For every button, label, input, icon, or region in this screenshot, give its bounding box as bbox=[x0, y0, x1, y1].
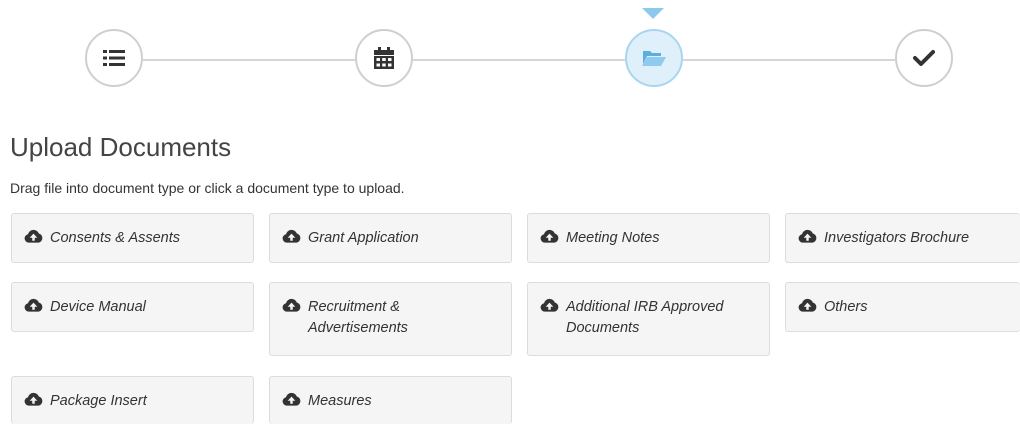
document-type-label: Device Manual bbox=[50, 299, 146, 315]
cloud-upload-icon bbox=[540, 229, 559, 243]
cloud-upload-icon bbox=[282, 298, 301, 312]
cloud-upload-icon bbox=[24, 298, 43, 312]
step-review[interactable] bbox=[895, 29, 953, 87]
document-type-additional-irb-approved-documents[interactable]: Additional IRB Approved Documents bbox=[527, 282, 770, 356]
step-connector bbox=[683, 59, 895, 61]
wizard-stepper bbox=[0, 0, 1020, 100]
document-type-label: Recruitment & Advertisements bbox=[308, 299, 408, 336]
document-type-label: Additional IRB Approved Documents bbox=[566, 299, 724, 336]
document-type-label: Measures bbox=[308, 393, 372, 409]
document-type-label: Investigators Brochure bbox=[824, 230, 970, 246]
cloud-upload-icon bbox=[282, 392, 301, 406]
document-type-measures[interactable]: Measures bbox=[269, 376, 512, 424]
cloud-upload-icon bbox=[24, 229, 43, 243]
cloud-upload-icon bbox=[282, 229, 301, 243]
cloud-upload-icon bbox=[540, 298, 559, 312]
page-title: Upload Documents bbox=[10, 132, 232, 162]
active-step-pointer bbox=[642, 8, 664, 19]
document-type-label: Meeting Notes bbox=[566, 230, 660, 246]
document-type-label: Package Insert bbox=[50, 393, 147, 409]
checkmark-icon bbox=[913, 50, 935, 66]
document-type-package-insert[interactable]: Package Insert bbox=[11, 376, 254, 424]
step-details[interactable] bbox=[85, 29, 143, 87]
step-upload-documents[interactable] bbox=[625, 29, 683, 87]
cloud-upload-icon bbox=[798, 229, 817, 243]
cloud-upload-icon bbox=[798, 298, 817, 312]
document-type-label: Grant Application bbox=[308, 230, 419, 246]
document-type-label: Others bbox=[824, 299, 868, 315]
calendar-icon bbox=[374, 47, 394, 69]
document-type-consents-assents[interactable]: Consents & Assents bbox=[11, 213, 254, 263]
folder-open-icon bbox=[642, 51, 666, 66]
step-connector bbox=[413, 59, 625, 61]
step-schedule[interactable] bbox=[355, 29, 413, 87]
upload-instructions: Drag file into document type or click a … bbox=[10, 180, 405, 196]
document-type-device-manual[interactable]: Device Manual bbox=[11, 282, 254, 332]
cloud-upload-icon bbox=[24, 392, 43, 406]
document-type-investigators-brochure[interactable]: Investigators Brochure bbox=[785, 213, 1020, 263]
step-connector bbox=[143, 59, 355, 61]
document-type-label: Consents & Assents bbox=[50, 230, 181, 246]
document-type-grant-application[interactable]: Grant Application bbox=[269, 213, 512, 263]
list-icon bbox=[103, 50, 125, 66]
document-type-recruitment-advertisements[interactable]: Recruitment & Advertisements bbox=[269, 282, 512, 356]
document-type-others[interactable]: Others bbox=[785, 282, 1020, 332]
document-type-meeting-notes[interactable]: Meeting Notes bbox=[527, 213, 770, 263]
